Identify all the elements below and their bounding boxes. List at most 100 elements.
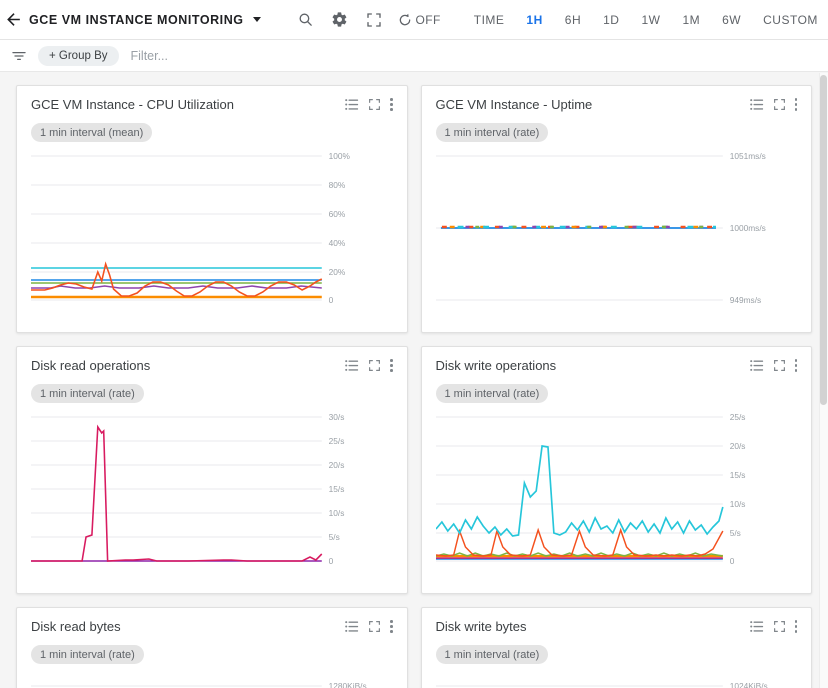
card-actions [345,359,393,372]
time-label: TIME [463,0,516,40]
chart-plot-disk-read-bytes[interactable]: 1280KiB/s [31,670,393,688]
interval-chip: 1 min interval (rate) [436,384,549,403]
card-header: Disk write bytes [436,619,798,635]
more-vert-icon[interactable] [795,359,798,372]
gear-icon [331,11,348,28]
interval-chip: 1 min interval (rate) [436,645,549,664]
chart-card-disk-write-operations: Disk write operations 1 min interval (ra… [421,346,813,594]
svg-text:30/s: 30/s [329,412,345,422]
range-1h[interactable]: 1H [515,0,553,40]
dashboard-grid: GCE VM Instance - CPU Utilization 1 min … [0,73,828,688]
filter-input[interactable]: Filter... [131,49,169,63]
filter-bar: + Group By Filter... [0,40,828,72]
write-ops-chart-svg: 25/s 20/s 15/s 10/s 5/s 0 10:15 10:30 10… [436,409,798,569]
chart-plot-uptime[interactable]: 1051ms/s 1000ms/s 949ms/s 10:15 10:30 10… [436,148,798,324]
page-scrollbar[interactable] [819,73,828,688]
read-ops-chart-svg: 30/s 25/s 20/s 15/s 10/s 5/s 0 10:15 10:… [31,409,393,569]
chart-plot-disk-write-bytes[interactable]: 1024KiB/s [436,670,798,688]
svg-text:20%: 20% [329,267,346,277]
range-1m[interactable]: 1M [671,0,711,40]
expand-icon[interactable] [773,98,786,111]
interval-chip: 1 min interval (rate) [31,645,144,664]
more-vert-icon[interactable] [390,359,393,372]
more-vert-icon[interactable] [390,98,393,111]
chart-plot-disk-write-operations[interactable]: 25/s 20/s 15/s 10/s 5/s 0 10:15 10:30 10… [436,409,798,585]
expand-icon[interactable] [773,359,786,372]
svg-text:40%: 40% [329,238,346,248]
card-header: GCE VM Instance - Uptime [436,97,798,113]
search-button[interactable] [289,3,323,37]
chart-row-2: Disk read operations 1 min interval (rat… [16,346,812,594]
card-title: Disk write operations [436,358,557,374]
interval-chip: 1 min interval (rate) [436,123,549,142]
back-arrow-icon [4,10,23,29]
svg-text:15/s: 15/s [329,484,345,494]
interval-chip: 1 min interval (rate) [31,384,144,403]
refresh-toggle[interactable]: OFF [397,12,441,28]
expand-icon[interactable] [773,620,786,633]
expand-icon[interactable] [368,98,381,111]
write-bytes-chart-svg: 1024KiB/s [436,670,798,688]
filter-list-icon [11,48,27,64]
more-vert-icon[interactable] [390,620,393,633]
card-header: Disk read operations [31,358,393,374]
chevron-down-icon[interactable] [253,17,261,22]
svg-text:5/s: 5/s [729,528,740,538]
scrollbar-thumb[interactable] [820,75,827,405]
fullscreen-button[interactable] [357,3,391,37]
svg-text:100%: 100% [329,151,351,161]
chart-card-disk-write-bytes: Disk write bytes 1 min interval (rate) 1… [421,607,813,688]
legend-list-icon[interactable] [750,359,764,372]
expand-icon[interactable] [368,359,381,372]
top-app-bar: GCE VM INSTANCE MONITORING [0,0,828,40]
read-bytes-axis-label: 1280KiB/s [329,681,367,688]
more-vert-icon[interactable] [795,98,798,111]
chart-card-disk-read-operations: Disk read operations 1 min interval (rat… [16,346,408,594]
filter-list-button[interactable] [6,43,32,69]
uptime-chart-svg: 1051ms/s 1000ms/s 949ms/s 10:15 10:30 10… [436,148,798,308]
range-custom[interactable]: CUSTOM [752,0,828,40]
refresh-icon [397,12,413,28]
svg-text:1051ms/s: 1051ms/s [729,151,765,161]
card-actions [750,359,798,372]
expand-icon[interactable] [368,620,381,633]
svg-text:25/s: 25/s [329,436,345,446]
range-6h[interactable]: 6H [554,0,592,40]
fullscreen-icon [366,12,382,28]
dashboard-title: GCE VM INSTANCE MONITORING [29,13,244,27]
svg-text:10/s: 10/s [729,499,745,509]
svg-text:20/s: 20/s [329,460,345,470]
svg-text:0: 0 [329,295,334,305]
legend-list-icon[interactable] [345,359,359,372]
svg-text:15/s: 15/s [729,470,745,480]
range-6w[interactable]: 6W [711,0,752,40]
svg-text:25/s: 25/s [729,412,745,422]
group-by-chip[interactable]: + Group By [38,46,119,66]
chart-card-uptime: GCE VM Instance - Uptime 1 min interval … [421,85,813,333]
legend-list-icon[interactable] [345,98,359,111]
svg-text:0: 0 [329,556,334,566]
card-header: GCE VM Instance - CPU Utilization [31,97,393,113]
back-button[interactable] [4,0,23,40]
settings-button[interactable] [323,3,357,37]
svg-text:10/s: 10/s [329,508,345,518]
cpu-chart-svg: 100% 80% 60% 40% 20% 0 10:15 10:30 10:45… [31,148,393,308]
more-vert-icon[interactable] [795,620,798,633]
svg-text:0: 0 [729,556,734,566]
chart-plot-disk-read-operations[interactable]: 30/s 25/s 20/s 15/s 10/s 5/s 0 10:15 10:… [31,409,393,585]
range-1w[interactable]: 1W [630,0,671,40]
range-1d[interactable]: 1D [592,0,630,40]
legend-list-icon[interactable] [750,620,764,633]
svg-text:80%: 80% [329,180,346,190]
svg-text:1000ms/s: 1000ms/s [729,223,765,233]
card-actions [345,620,393,633]
chart-card-disk-read-bytes: Disk read bytes 1 min interval (rate) 12… [16,607,408,688]
card-header: Disk write operations [436,358,798,374]
legend-list-icon[interactable] [750,98,764,111]
legend-list-icon[interactable] [345,620,359,633]
refresh-state-label: OFF [416,13,441,27]
chart-plot-cpu-utilization[interactable]: 100% 80% 60% 40% 20% 0 10:15 10:30 10:45… [31,148,393,324]
write-bytes-axis-label: 1024KiB/s [729,681,767,688]
svg-text:949ms/s: 949ms/s [729,295,760,305]
time-range-selector: TIME 1H 6H 1D 1W 1M 6W CUSTOM ADD CHART [463,0,828,40]
